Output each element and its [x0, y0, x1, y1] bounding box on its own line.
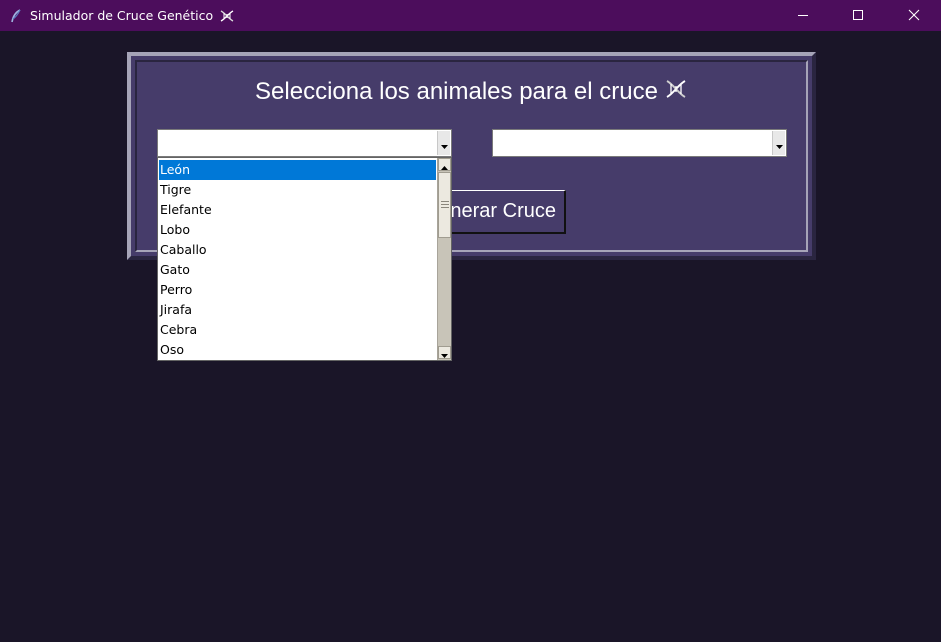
minimize-icon [798, 6, 809, 25]
chevron-down-icon [775, 134, 783, 153]
dropdown-scrollbar[interactable] [437, 158, 451, 360]
list-item[interactable]: Cebra [159, 320, 436, 340]
scroll-thumb[interactable] [438, 172, 451, 238]
list-item[interactable]: Oso [159, 340, 436, 360]
window-title: Simulador de Cruce Genético [30, 8, 214, 23]
heading-text: Selecciona los animales para el cruce [255, 78, 658, 105]
generate-cross-button[interactable]: nerar Cruce [436, 190, 566, 234]
chevron-down-icon [440, 134, 448, 153]
dna-icon [664, 78, 688, 107]
chevron-down-icon [441, 343, 448, 362]
animal-select-left[interactable] [157, 129, 452, 157]
list-item[interactable]: Jirafa [159, 300, 436, 320]
dna-icon [219, 9, 235, 23]
maximize-icon [853, 6, 864, 25]
scroll-down-button[interactable] [438, 346, 451, 359]
minimize-button[interactable] [776, 0, 831, 31]
list-item[interactable]: Caballo [159, 240, 436, 260]
close-button[interactable] [886, 0, 941, 31]
list-item[interactable]: Lobo [159, 220, 436, 240]
feather-icon [8, 8, 24, 24]
animal-dropdown-list: León Tigre Elefante Lobo Caballo Gato Pe… [157, 157, 452, 361]
animal-select-left-toggle[interactable] [437, 131, 450, 155]
close-icon [908, 6, 920, 25]
list-item[interactable]: Perro [159, 280, 436, 300]
page-title: Selecciona los animales para el cruce [131, 78, 812, 107]
list-item[interactable]: Elefante [159, 200, 436, 220]
animal-select-right[interactable] [492, 129, 787, 157]
generate-cross-label: nerar Cruce [450, 200, 556, 222]
list-item[interactable]: León [159, 160, 436, 180]
list-item[interactable]: Tigre [159, 180, 436, 200]
title-bar: Simulador de Cruce Genético [0, 0, 941, 31]
animal-select-right-toggle[interactable] [772, 131, 785, 155]
list-item[interactable]: Gato [159, 260, 436, 280]
scroll-up-button[interactable] [438, 158, 451, 171]
maximize-button[interactable] [831, 0, 886, 31]
